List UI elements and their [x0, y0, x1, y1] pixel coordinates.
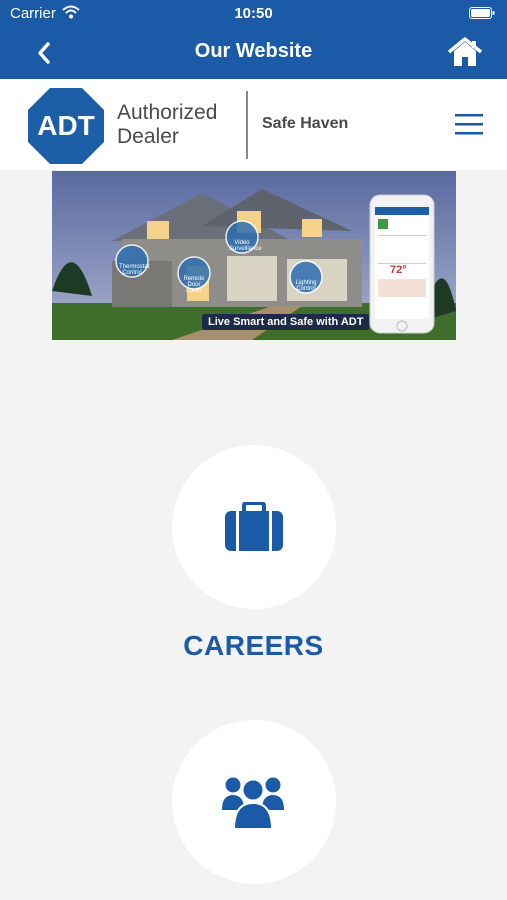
status-time: 10:50 — [234, 5, 273, 22]
adt-logo: ADT — [28, 88, 104, 164]
home-button[interactable] — [447, 36, 483, 68]
phone-temperature: 72° — [390, 264, 407, 276]
careers-button[interactable] — [172, 445, 336, 609]
page-title: Our Website — [194, 40, 313, 62]
briefcase-icon — [225, 502, 283, 551]
brand-bar: ADT Authorized Dealer Safe Haven — [0, 79, 507, 170]
promo-banner[interactable]: Thermostat Control Remote Door Locks Vid… — [52, 171, 456, 340]
door-lock-badge: Remote Door Locks — [183, 276, 205, 294]
top-bar: Carrier 10:50 Our Website — [0, 0, 507, 79]
thermostat-badge: Thermostat Control — [119, 264, 150, 276]
authorized-text: Authorized — [117, 101, 218, 124]
video-badge: Video Surveillance — [229, 240, 262, 252]
dealer-name: Safe Haven — [262, 115, 349, 132]
battery-icon — [469, 7, 495, 19]
svg-text:ADT: ADT — [37, 110, 95, 141]
dealer-text: Dealer — [117, 125, 179, 148]
group-icon — [222, 777, 284, 830]
team-button[interactable] — [172, 720, 336, 884]
hamburger-menu-icon[interactable] — [455, 113, 483, 135]
careers-label[interactable]: CAREERS — [0, 630, 507, 662]
brand-divider — [246, 91, 248, 159]
banner-caption: Live Smart and Safe with ADT — [202, 314, 370, 330]
home-icon — [447, 37, 483, 66]
lighting-badge: Lighting Control — [295, 280, 317, 292]
